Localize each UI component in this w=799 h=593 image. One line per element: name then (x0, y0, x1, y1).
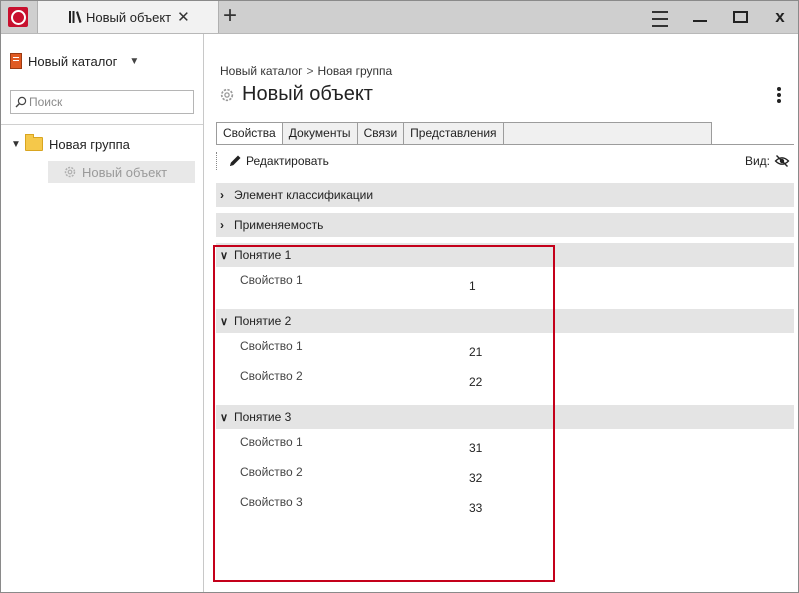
edit-button-label: Редактировать (246, 154, 329, 168)
close-window-button[interactable]: x (765, 5, 795, 29)
concept-header[interactable]: ∨ Понятие 2 (216, 309, 794, 333)
eye-hidden-icon (774, 155, 790, 167)
title-bar: Новый объект ✕ + x (1, 1, 798, 34)
concept-label: Понятие 3 (234, 410, 292, 424)
left-panel: Новый каталог ▼ ▼ Новая группа Новый объ… (1, 34, 204, 592)
tree-object-label: Новый объект (82, 164, 168, 180)
property-name: Свойство 2 (240, 465, 303, 479)
library-icon (69, 11, 82, 23)
chevron-down-icon: ∨ (220, 315, 229, 328)
property-name: Свойство 1 (240, 435, 303, 449)
view-toggle-button[interactable]: Вид: (745, 151, 790, 171)
property-value: 21 (469, 345, 483, 359)
concept-block: ∨ Понятие 3 Свойство 1 31 Свойство 2 32 … (216, 405, 794, 519)
tab-title: Новый объект (86, 9, 172, 25)
section-label: Применяемость (234, 218, 324, 232)
catalog-dropdown[interactable]: Новый каталог ▼ (10, 52, 139, 70)
section-label: Элемент классификации (234, 188, 374, 202)
app-window: Новый объект ✕ + x Новый каталог ▼ ▼ Нов… (0, 0, 799, 593)
catalog-book-icon (10, 53, 22, 69)
property-value: 33 (469, 501, 483, 515)
concept-header[interactable]: ∨ Понятие 3 (216, 405, 794, 429)
breadcrumb: Новый каталог > Новая группа (220, 64, 392, 78)
concept-label: Понятие 1 (234, 248, 292, 262)
property-row: Свойство 3 33 (216, 489, 794, 519)
minimize-button[interactable] (685, 5, 715, 29)
new-tab-button[interactable]: + (223, 3, 237, 29)
property-value: 32 (469, 471, 483, 485)
section-applicability[interactable]: › Применяемость (216, 213, 794, 237)
tree-item-object[interactable]: Новый объект (48, 161, 195, 183)
search-icon (15, 96, 27, 108)
property-name: Свойство 1 (240, 273, 303, 287)
property-name: Свойство 2 (240, 369, 303, 383)
tab-representations[interactable]: Представления (404, 122, 504, 145)
property-row: Свойство 2 22 (216, 363, 794, 393)
object-gear-icon (64, 166, 76, 178)
tab-documents[interactable]: Документы (282, 122, 358, 145)
toolbar-grip[interactable] (216, 152, 218, 170)
catalog-label: Новый каталог (28, 53, 118, 69)
tab-properties[interactable]: Свойства (216, 122, 283, 145)
chevron-down-icon: ▼ (129, 55, 140, 67)
section-classification[interactable]: › Элемент классификации (216, 183, 794, 207)
menu-button[interactable] (645, 5, 675, 29)
tab-bar-filler (503, 122, 712, 145)
concept-label: Понятие 2 (234, 314, 292, 328)
edit-button[interactable]: Редактировать (228, 151, 329, 171)
document-tab[interactable]: Новый объект ✕ (37, 1, 219, 33)
page-title: Новый объект (220, 83, 373, 106)
tab-bar-baseline (216, 144, 794, 145)
chevron-down-icon: ∨ (220, 411, 229, 424)
tab-bar: Свойства Документы Связи Представления (216, 122, 712, 145)
pencil-icon (229, 155, 241, 167)
search-input[interactable] (29, 95, 179, 109)
property-name: Свойство 1 (240, 339, 303, 353)
chevron-down-icon: ∨ (220, 249, 229, 262)
concept-header[interactable]: ∨ Понятие 1 (216, 243, 794, 267)
main-content: Новый каталог > Новая группа Новый объект … (204, 34, 798, 592)
search-box[interactable] (10, 90, 194, 114)
expand-triangle-icon[interactable]: ▼ (11, 139, 25, 150)
tab-links[interactable]: Связи (357, 122, 405, 145)
breadcrumb-separator: > (306, 64, 314, 78)
object-gear-icon (220, 88, 234, 101)
folder-icon (25, 134, 43, 151)
concept-block: ∨ Понятие 2 Свойство 1 21 Свойство 2 22 (216, 309, 794, 405)
more-options-icon[interactable] (776, 86, 782, 104)
property-name: Свойство 3 (240, 495, 303, 509)
page-title-text: Новый объект (242, 83, 373, 105)
properties-sections: › Элемент классификации › Применяемость … (216, 183, 794, 519)
tab-close-icon[interactable]: ✕ (177, 8, 190, 26)
property-row: Свойство 1 1 (216, 267, 794, 297)
maximize-icon (732, 11, 748, 23)
hamburger-icon (652, 11, 668, 27)
minimize-icon (693, 20, 707, 22)
chevron-right-icon: › (220, 188, 224, 202)
maximize-button[interactable] (725, 5, 755, 29)
property-value: 1 (469, 279, 476, 293)
breadcrumb-group[interactable]: Новая группа (318, 64, 393, 78)
property-value: 31 (469, 441, 483, 455)
property-row: Свойство 1 31 (216, 429, 794, 459)
chevron-right-icon: › (220, 218, 224, 232)
tree-item-group[interactable]: ▼ Новая группа (11, 134, 130, 154)
property-row: Свойство 2 32 (216, 459, 794, 489)
divider (1, 124, 203, 125)
app-logo-icon[interactable] (8, 7, 28, 27)
toolbar: Редактировать Вид: (216, 149, 794, 173)
property-row: Свойство 1 21 (216, 333, 794, 363)
breadcrumb-catalog[interactable]: Новый каталог (220, 64, 303, 78)
view-label: Вид: (744, 154, 770, 168)
property-value: 22 (469, 375, 483, 389)
tree-group-label: Новая группа (49, 136, 130, 152)
concept-block: ∨ Понятие 1 Свойство 1 1 (216, 243, 794, 309)
